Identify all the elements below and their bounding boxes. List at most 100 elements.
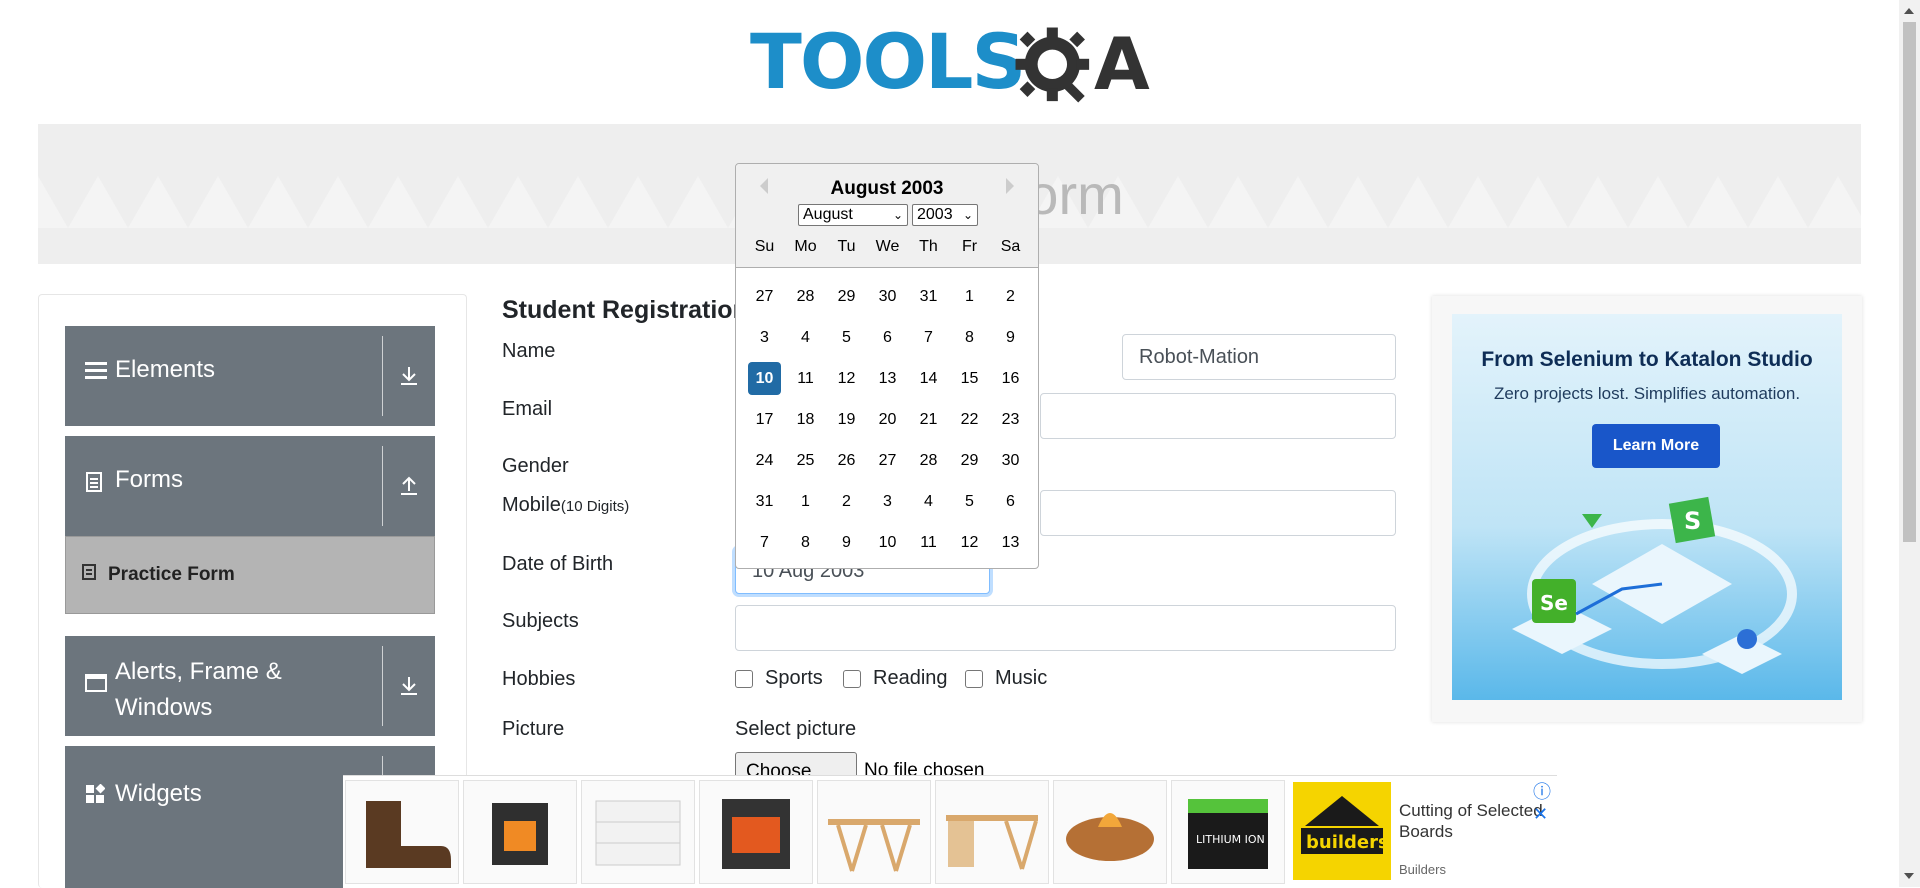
calendar-day[interactable]: 15 <box>949 358 990 399</box>
calendar-day[interactable]: 2 <box>990 276 1031 317</box>
last-name-input[interactable] <box>1122 334 1396 380</box>
scroll-down-icon[interactable] <box>1904 873 1914 879</box>
calendar-day[interactable]: 19 <box>826 399 867 440</box>
scrollbar-thumb[interactable] <box>1903 22 1916 542</box>
ad-product-desk[interactable] <box>817 780 931 884</box>
mobile-input[interactable] <box>1040 490 1396 536</box>
sidebar-group-alerts[interactable]: Alerts, Frame & Windows <box>65 636 435 736</box>
checkbox[interactable] <box>965 669 983 688</box>
calendar-day[interactable]: 31 <box>744 481 785 522</box>
ad-product-stove[interactable] <box>463 780 577 884</box>
calendar-day[interactable]: 11 <box>785 358 826 399</box>
ad-product-electric-fire[interactable] <box>699 780 813 884</box>
calendar-day[interactable]: 22 <box>949 399 990 440</box>
calendar-day-selected[interactable]: 10 <box>748 362 781 395</box>
calendar-day[interactable]: 2 <box>826 481 867 522</box>
calendar-day[interactable]: 9 <box>990 317 1031 358</box>
calendar-day[interactable]: 11 <box>908 522 949 563</box>
calendar-day[interactable]: 17 <box>744 399 785 440</box>
calendar-day[interactable]: 12 <box>949 522 990 563</box>
ad-close-icon[interactable]: ⓘ ✕ <box>1533 778 1557 825</box>
upload-arrow-icon[interactable] <box>393 470 425 502</box>
ad-product-fire-pit[interactable] <box>1053 780 1167 884</box>
sidebar-group-label: Forms <box>115 466 183 493</box>
year-select[interactable]: 2003 ⌄ <box>912 204 978 226</box>
hobby-reading-checkbox[interactable]: Reading <box>843 667 948 690</box>
calendar-day[interactable]: 23 <box>990 399 1031 440</box>
subjects-input[interactable] <box>735 605 1396 651</box>
calendar-day[interactable]: 28 <box>908 440 949 481</box>
close-icon[interactable]: ✕ <box>1533 804 1548 824</box>
calendar-day[interactable]: 30 <box>990 440 1031 481</box>
calendar-day[interactable]: 30 <box>867 276 908 317</box>
calendar-day[interactable]: 5 <box>949 481 990 522</box>
katalon-ad[interactable]: From Selenium to Katalon Studio Zero pro… <box>1432 296 1862 722</box>
sidebar-group-forms[interactable]: Forms <box>65 436 435 536</box>
window-icon <box>85 672 107 698</box>
calendar-day[interactable]: 24 <box>744 440 785 481</box>
subjects-label: Subjects <box>502 610 579 632</box>
calendar-day[interactable]: 8 <box>949 317 990 358</box>
checkbox[interactable] <box>843 669 861 688</box>
calendar-day[interactable]: 27 <box>744 276 785 317</box>
calendar-day[interactable]: 8 <box>785 522 826 563</box>
calendar-day[interactable]: 1 <box>949 276 990 317</box>
calendar-day[interactable]: 4 <box>908 481 949 522</box>
download-arrow-icon[interactable] <box>393 670 425 702</box>
calendar-day[interactable]: 6 <box>867 317 908 358</box>
calendar-day[interactable]: 31 <box>908 276 949 317</box>
calendar-day[interactable]: 16 <box>990 358 1031 399</box>
calendar-day[interactable]: 14 <box>908 358 949 399</box>
calendar-day[interactable]: 4 <box>785 317 826 358</box>
calendar-day[interactable]: 27 <box>867 440 908 481</box>
calendar-day[interactable]: 18 <box>785 399 826 440</box>
toolsqa-logo[interactable]: TOOLS A <box>750 18 1152 114</box>
calendar-day[interactable]: 5 <box>826 317 867 358</box>
calendar-grid: 27 28 29 30 31 1 2 3 4 5 6 7 8 9 10 11 12 13 14 15 16 17 18 19 2… <box>744 276 1032 563</box>
calendar-day[interactable]: 7 <box>908 317 949 358</box>
sidebar-group-elements[interactable]: Elements <box>65 326 435 426</box>
ad-product-boots[interactable] <box>345 780 459 884</box>
builders-logo[interactable]: builders <box>1293 782 1391 880</box>
calendar-day[interactable]: 13 <box>867 358 908 399</box>
svg-text:S: S <box>1684 507 1701 535</box>
month-select[interactable]: August ⌄ <box>798 204 908 226</box>
logo-text: TOOLS <box>750 17 1026 106</box>
calendar-day[interactable]: 13 <box>990 522 1031 563</box>
checkbox[interactable] <box>735 669 753 688</box>
calendar-day[interactable]: 3 <box>744 317 785 358</box>
mobile-hint: (10 Digits) <box>560 498 630 515</box>
bottom-ad-banner[interactable]: LITHIUM ION builders Cutting of Selected… <box>343 775 1557 888</box>
calendar-day[interactable]: 21 <box>908 399 949 440</box>
calendar-day[interactable]: 26 <box>826 440 867 481</box>
gender-label: Gender <box>502 455 569 477</box>
calendar-day[interactable]: 20 <box>867 399 908 440</box>
ad-product-desk-shelves[interactable] <box>935 780 1049 884</box>
weekday-header: Su Mo Tu We Th Fr Sa <box>744 238 1032 256</box>
ad-brand: Builders <box>1399 862 1446 877</box>
ad-product-drawers[interactable] <box>581 780 695 884</box>
download-arrow-icon[interactable] <box>393 360 425 392</box>
sidebar-item-practice-form[interactable]: Practice Form <box>65 536 435 614</box>
ad-info-icon[interactable]: ⓘ <box>1533 782 1551 802</box>
ad-headline[interactable]: Cutting of Selected Boards <box>1399 800 1549 842</box>
learn-more-button[interactable]: Learn More <box>1592 424 1720 468</box>
page-scrollbar[interactable] <box>1899 0 1920 887</box>
calendar-day[interactable]: 6 <box>990 481 1031 522</box>
hobby-music-checkbox[interactable]: Music <box>965 667 1047 690</box>
calendar-day[interactable]: 28 <box>785 276 826 317</box>
calendar-day[interactable]: 25 <box>785 440 826 481</box>
calendar-day[interactable]: 7 <box>744 522 785 563</box>
calendar-day[interactable]: 1 <box>785 481 826 522</box>
calendar-day[interactable]: 29 <box>949 440 990 481</box>
email-input[interactable] <box>1040 393 1396 439</box>
calendar-day[interactable]: 9 <box>826 522 867 563</box>
calendar-day[interactable]: 12 <box>826 358 867 399</box>
scroll-up-icon[interactable] <box>1904 8 1914 14</box>
ad-product-battery[interactable]: LITHIUM ION <box>1171 780 1285 884</box>
calendar-day[interactable]: 3 <box>867 481 908 522</box>
calendar-day[interactable]: 10 <box>867 522 908 563</box>
ad-illustration: S Se <box>1512 496 1797 674</box>
hobby-sports-checkbox[interactable]: Sports <box>735 667 823 690</box>
calendar-day[interactable]: 29 <box>826 276 867 317</box>
